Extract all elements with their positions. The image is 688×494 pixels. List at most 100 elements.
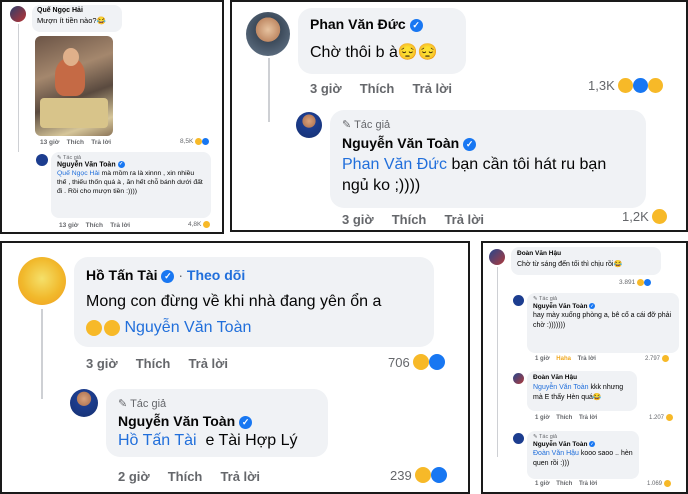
mention-link[interactable]: Quế Ngọc Hải: [57, 170, 100, 177]
comment-photo[interactable]: [35, 36, 113, 136]
comment-time[interactable]: 1 giờ: [535, 356, 550, 362]
like-button[interactable]: Thích: [392, 212, 427, 227]
reaction-count: 2.797: [645, 355, 661, 362]
like-button[interactable]: Thích: [168, 469, 203, 484]
haha-button[interactable]: Haha: [556, 356, 571, 362]
comment-time[interactable]: 1 giờ: [535, 415, 550, 421]
reaction-summary[interactable]: 1,2K: [622, 209, 667, 224]
haha-icon: [412, 354, 429, 370]
reply-button[interactable]: Trả lời: [91, 139, 111, 146]
comment-text: hay mày xuống phòng a, bê cổ a cái đỡ ph…: [533, 312, 672, 329]
verified-icon: ✓: [589, 441, 596, 448]
reply-meta: 3 giờ Thích Trả lời: [342, 212, 484, 227]
reply-meta: 13 giờ Thích Trả lời: [59, 222, 130, 229]
commenter-name[interactable]: Nguyễn Văn Toàn ✓: [533, 303, 673, 310]
avatar-doan-van-hau[interactable]: [513, 373, 524, 384]
like-button[interactable]: Thích: [86, 222, 103, 229]
like-button[interactable]: Thích: [556, 481, 572, 487]
like-button[interactable]: Thích: [360, 81, 395, 96]
comment-time[interactable]: 13 giờ: [59, 222, 78, 229]
reaction-count: 706: [388, 354, 410, 370]
haha-icon: [664, 480, 672, 487]
reply-button[interactable]: Trả lời: [444, 212, 484, 227]
mention-link[interactable]: Phan Văn Đức: [342, 156, 447, 173]
reply-bubble: ✎ Tác giả Nguyễn Văn Toàn ✓ hay mày xuốn…: [527, 293, 679, 353]
haha-emoji: [104, 319, 120, 336]
reaction-summary[interactable]: 2.797: [645, 355, 670, 362]
comment-time[interactable]: 3 giờ: [342, 212, 374, 227]
reaction-summary[interactable]: 1,3K: [588, 78, 663, 93]
comment-panel-2: Phan Văn Đức ✓ Chờ thôi b à😔😔 3 giờ Thíc…: [230, 0, 688, 232]
commenter-name[interactable]: Nguyễn Văn Toàn ✓: [533, 441, 633, 448]
reply-button[interactable]: Trả lời: [188, 356, 228, 371]
avatar-nguyen-van-toan[interactable]: [70, 389, 98, 417]
comment-time[interactable]: 1 giờ: [535, 481, 550, 487]
reaction-summary[interactable]: 8,5K: [180, 138, 210, 145]
reaction-count: 4,8K: [188, 221, 202, 228]
sad-icon: [647, 78, 663, 93]
reaction-count: 1.207: [649, 414, 665, 421]
reaction-summary[interactable]: 706: [388, 354, 445, 370]
mention-link[interactable]: Nguyễn Văn Toàn: [533, 384, 589, 391]
reaction-summary[interactable]: 4,8K: [188, 221, 211, 228]
comment-text: Chờ từ sáng đến tối thì chịu rồi😂: [517, 261, 623, 268]
comment-time[interactable]: 3 giờ: [310, 81, 342, 96]
avatar-phan-van-duc[interactable]: [246, 12, 290, 56]
avatar-doan-van-hau[interactable]: [489, 249, 505, 265]
commenter-name[interactable]: Phan Văn Đức ✓: [310, 16, 454, 32]
haha-icon: [414, 467, 431, 483]
follow-button[interactable]: Theo dõi: [187, 267, 245, 283]
like-icon: [428, 354, 445, 370]
comment-panel-3: Hồ Tấn Tài ✓ · Theo dõi Mong con đừng về…: [0, 241, 470, 494]
commenter-name[interactable]: Đoàn Văn Hậu: [533, 374, 631, 381]
reaction-summary[interactable]: 3.891: [619, 279, 652, 286]
reply-button[interactable]: Trả lời: [579, 481, 597, 487]
haha-icon: [195, 138, 203, 145]
reply-meta: 1 giờ Thích Trả lời: [535, 481, 597, 487]
reply-button[interactable]: Trả lời: [412, 81, 452, 96]
avatar-nguyen-van-toan[interactable]: [513, 295, 524, 306]
haha-icon: [637, 279, 645, 286]
comment-bubble: Quế Ngọc Hải Mượn ít tiền nào?😂: [32, 5, 122, 32]
comment-text: Chờ thôi b à😔😔: [310, 44, 438, 61]
commenter-name[interactable]: Quế Ngọc Hải: [37, 7, 117, 14]
like-button[interactable]: Thích: [67, 139, 84, 146]
commenter-name[interactable]: Nguyễn Văn Toàn ✓: [342, 135, 634, 151]
verified-icon: ✓: [589, 303, 596, 310]
comment-time[interactable]: 2 giờ: [118, 469, 150, 484]
reply-bubble: Đoàn Văn Hậu Nguyễn Văn Toàn kkk nhưng m…: [527, 371, 637, 411]
reply-bubble: ✎ Tác giả Nguyễn Văn Toàn ✓ Phan Văn Đức…: [330, 110, 646, 208]
reaction-summary[interactable]: 1.207: [649, 414, 674, 421]
avatar-nguyen-van-toan[interactable]: [296, 112, 322, 138]
reply-button[interactable]: Trả lời: [220, 469, 260, 484]
reply-button[interactable]: Trả lời: [579, 415, 597, 421]
comment-time[interactable]: 3 giờ: [86, 356, 118, 371]
haha-icon: [666, 414, 674, 421]
comment-time[interactable]: 13 giờ: [40, 139, 59, 146]
verified-icon: ✓: [409, 18, 423, 32]
commenter-name[interactable]: Hồ Tấn Tài: [86, 267, 158, 283]
reaction-summary[interactable]: 239: [390, 467, 447, 483]
reaction-summary[interactable]: 1.069: [647, 480, 672, 487]
avatar-ho-tan-tai[interactable]: [18, 257, 66, 305]
mention-link[interactable]: Đoàn Văn Hậu: [533, 450, 579, 457]
mention-link[interactable]: Nguyễn Văn Toàn: [124, 319, 251, 336]
like-button[interactable]: Thích: [556, 415, 572, 421]
author-badge: ✎ Tác giả: [118, 398, 167, 410]
commenter-name[interactable]: Đoàn Văn Hậu: [517, 250, 655, 257]
reply-button[interactable]: Trả lời: [110, 222, 130, 229]
avatar-nguyen-van-toan[interactable]: [513, 433, 524, 444]
author-badge: ✎ Tác giả: [533, 434, 558, 440]
commenter-name[interactable]: Nguyễn Văn Toàn ✓: [57, 161, 205, 168]
avatar-que-ngoc-hai[interactable]: [10, 6, 26, 22]
mention-link[interactable]: Hồ Tấn Tài: [118, 432, 197, 449]
commenter-name[interactable]: Nguyễn Văn Toàn ✓: [118, 413, 316, 429]
thread-line: [41, 309, 43, 399]
reply-button[interactable]: Trả lời: [578, 356, 596, 362]
avatar-nguyen-van-toan[interactable]: [36, 154, 48, 166]
like-button[interactable]: Thích: [136, 356, 171, 371]
comment-meta: 3 giờ Thích Trả lời: [86, 356, 228, 371]
comment-bubble: Hồ Tấn Tài ✓ · Theo dõi Mong con đừng về…: [74, 257, 434, 347]
comment-text-line2: Nguyễn Văn Toàn: [86, 319, 422, 337]
comment-text: Phan Văn Đức bạn cần tôi hát ru bạn ngủ …: [342, 156, 607, 194]
